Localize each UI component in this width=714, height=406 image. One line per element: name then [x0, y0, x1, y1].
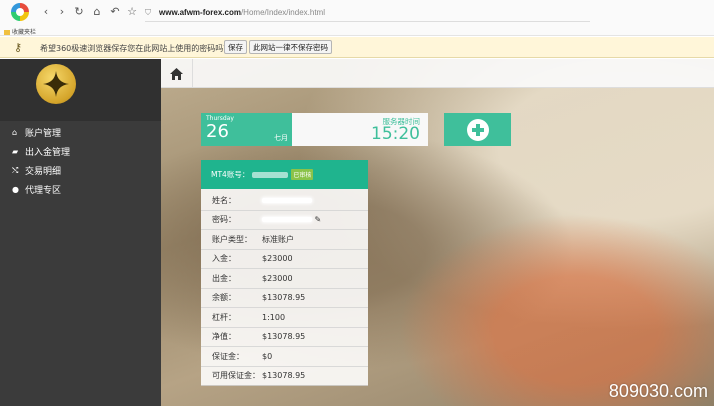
shuffle-icon: ⤭	[12, 165, 19, 175]
table-row: 净值： $13078.95	[201, 328, 368, 347]
brand-area	[0, 59, 161, 121]
back-icon[interactable]: ‹	[40, 6, 52, 18]
row-value: $13078.95	[262, 371, 306, 381]
server-time: 15:20	[371, 124, 420, 144]
key-icon: ⚷	[14, 41, 23, 54]
day-number: 26	[206, 121, 229, 142]
sidebar-item-label: 交易明细	[25, 167, 62, 177]
row-value: $13078.95	[262, 293, 306, 303]
address-bar[interactable]: ⛉ www.afwm-forex.com/Home/Index/index.ht…	[145, 4, 590, 22]
watermark: 809030.com	[608, 381, 708, 401]
main-content: Thursday 26 七月 服务器时间 15:20 MT4账号： 已审核 姓名…	[161, 59, 714, 406]
browser-logo-icon[interactable]	[11, 3, 29, 21]
sidebar-item-agent[interactable]: ● 代理专区	[0, 180, 161, 199]
folder-icon: ▰	[12, 147, 19, 156]
main-topbar	[161, 59, 714, 88]
row-label: 杠杆：	[212, 312, 236, 322]
row-label: 可用保证金：	[212, 371, 260, 381]
plus-icon	[466, 118, 489, 141]
table-row: 出金： $23000	[201, 269, 368, 289]
bookmarks-folder[interactable]: 收藏夹栏	[4, 27, 36, 36]
star-icon[interactable]: ☆	[126, 6, 138, 18]
server-time-widget: 服务器时间 15:20	[292, 113, 428, 146]
never-save-password-button[interactable]: 此网站一律不保存密码	[249, 40, 332, 54]
row-label: 保证金：	[212, 351, 244, 361]
row-label: 密码：	[212, 215, 236, 225]
row-label: 姓名：	[212, 195, 236, 205]
home-icon: ⌂	[12, 128, 18, 137]
security-shield-icon: ⛉	[145, 7, 151, 17]
row-value: 1:100	[262, 312, 286, 322]
table-row: 保证金： $0	[201, 347, 368, 367]
forward-icon[interactable]: ›	[56, 6, 68, 18]
table-row: 入金： $23000	[201, 250, 368, 269]
save-password-bar: ⚷ 希望360极速浏览器保存您在此网站上使用的密码吗？ 保存 此网站一律不保存密…	[0, 37, 714, 58]
account-details: 姓名： 密码： ✎ 账户类型： 标准账户 入金： $23000 出金： $230…	[201, 189, 368, 386]
row-label: 余额：	[212, 293, 236, 303]
table-row: 可用保证金： $13078.95	[201, 367, 368, 386]
row-value: $0	[262, 351, 273, 361]
row-value	[262, 196, 368, 205]
table-row: 姓名：	[201, 191, 368, 211]
user-icon: ●	[12, 185, 19, 194]
save-password-button[interactable]: 保存	[224, 40, 247, 54]
redacted-password	[262, 217, 312, 223]
date-widget: Thursday 26 七月	[201, 113, 292, 146]
sidebar-item-account[interactable]: ⌂ 账户管理	[0, 123, 161, 142]
bookmarks-bar: 收藏夹栏	[0, 26, 714, 36]
redacted-name	[262, 197, 312, 203]
row-value: $23000	[262, 273, 293, 283]
row-label: 净值：	[212, 332, 236, 342]
account-title: MT4账号：	[211, 170, 250, 179]
save-password-message: 希望360极速浏览器保存您在此网站上使用的密码吗？	[40, 44, 232, 53]
url-host: www.afwm-forex.com	[159, 8, 241, 17]
add-account-button[interactable]	[444, 113, 511, 146]
month: 七月	[274, 134, 288, 142]
status-badge: 已审核	[291, 169, 314, 180]
redacted-account-number	[252, 171, 289, 178]
sidebar-item-funds[interactable]: ▰ 出入金管理	[0, 142, 161, 161]
sidebar-menu: ⌂ 账户管理 ▰ 出入金管理 ⤭ 交易明细 ● 代理专区	[0, 123, 161, 199]
row-value: $23000	[262, 254, 293, 264]
home-icon	[170, 67, 183, 80]
bookmarks-label: 收藏夹栏	[12, 29, 37, 36]
account-card-header: MT4账号： 已审核	[201, 160, 368, 189]
table-row: 余额： $13078.95	[201, 289, 368, 308]
table-row: 账户类型： 标准账户	[201, 230, 368, 250]
home-button[interactable]	[161, 59, 193, 88]
row-label: 出金：	[212, 273, 236, 283]
bookmark-folder-icon	[4, 30, 10, 35]
table-row: 杠杆： 1:100	[201, 308, 368, 328]
sidebar-item-label: 账户管理	[25, 129, 62, 139]
sidebar: ⌂ 账户管理 ▰ 出入金管理 ⤭ 交易明细 ● 代理专区	[0, 59, 161, 406]
row-label: 账户类型：	[212, 234, 252, 244]
home-page-icon[interactable]: ⌂	[91, 6, 103, 18]
brand-logo-icon	[36, 64, 76, 104]
row-value: ✎	[262, 215, 368, 224]
table-row: 密码： ✎	[201, 211, 368, 230]
row-label: 入金：	[212, 254, 236, 264]
browser-toolbar: ‹ › ↻ ⌂ ↶ ☆ ⛉ www.afwm-forex.com/Home/In…	[0, 0, 714, 26]
sidebar-item-label: 代理专区	[25, 186, 62, 196]
sidebar-item-label: 出入金管理	[25, 148, 71, 158]
sidebar-item-trades[interactable]: ⤭ 交易明细	[0, 161, 161, 180]
url-path: /Home/Index/index.html	[240, 8, 325, 17]
edit-icon[interactable]: ✎	[315, 215, 322, 224]
row-value: $13078.95	[262, 332, 306, 342]
undo-icon[interactable]: ↶	[109, 6, 121, 18]
account-card: MT4账号： 已审核 姓名： 密码： ✎ 账户类型： 标准账户 入金： $230…	[201, 160, 368, 386]
row-value: 标准账户	[262, 234, 294, 244]
reload-icon[interactable]: ↻	[73, 6, 85, 18]
